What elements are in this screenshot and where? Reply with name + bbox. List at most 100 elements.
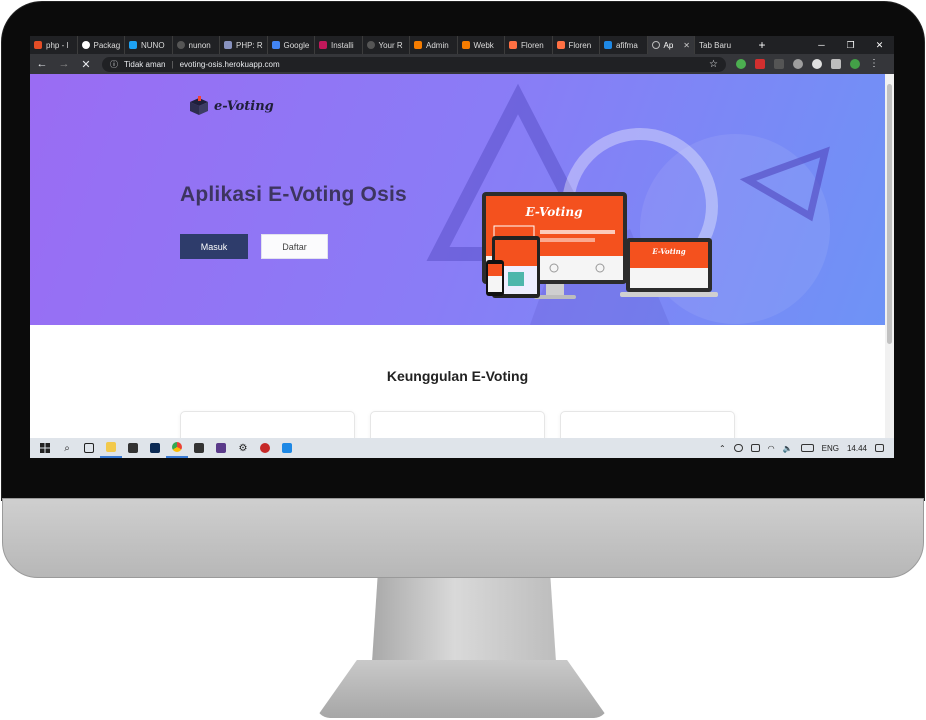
mockup-title: E-Voting bbox=[525, 205, 583, 219]
browser-tab[interactable]: afifma bbox=[600, 36, 648, 54]
browser-tab[interactable]: Packag bbox=[78, 36, 125, 54]
devices-mockup-illustration: E-Voting E-Voting bbox=[482, 192, 718, 299]
close-window-button[interactable]: ✕ bbox=[865, 40, 894, 51]
browser-tab[interactable]: Your R bbox=[363, 36, 410, 54]
tab-favicon-icon bbox=[224, 41, 232, 49]
browser-toolbar: ← → ✕ ⓘ Tidak aman | evoting-osis.heroku… bbox=[30, 54, 894, 74]
tab-favicon-icon bbox=[461, 41, 470, 49]
page-scrollbar[interactable] bbox=[885, 74, 894, 438]
hero-section: e-Voting Aplikasi E-Voting Osis Masuk Da… bbox=[30, 74, 885, 325]
terminal-icon[interactable] bbox=[188, 438, 210, 458]
loading-spinner-icon bbox=[651, 41, 660, 49]
browser-tab[interactable]: PHP: R bbox=[220, 36, 268, 54]
info-icon[interactable]: ⓘ bbox=[110, 59, 118, 70]
url-text[interactable]: evoting-osis.herokuapp.com bbox=[180, 60, 280, 69]
back-arrow-icon[interactable]: ← bbox=[36, 58, 48, 70]
browser-tab[interactable]: Admin bbox=[410, 36, 458, 54]
tab-favicon-icon bbox=[509, 41, 517, 49]
browser-tab[interactable]: php - l bbox=[30, 36, 78, 54]
language-indicator[interactable]: ENG bbox=[822, 444, 839, 453]
login-button[interactable]: Masuk bbox=[180, 234, 248, 259]
code-editor-icon[interactable] bbox=[210, 438, 232, 458]
security-label: Tidak aman bbox=[124, 59, 166, 69]
browser-tab[interactable]: Installi bbox=[315, 36, 363, 54]
task-view-icon[interactable] bbox=[78, 438, 100, 458]
profile-avatar-icon[interactable] bbox=[850, 59, 860, 69]
browser-tab[interactable]: Tab Baru bbox=[695, 36, 751, 54]
new-tab-button[interactable]: + bbox=[751, 38, 773, 52]
settings-gear-icon[interactable]: ⚙ bbox=[232, 438, 254, 458]
search-icon[interactable]: ⌕ bbox=[56, 438, 78, 458]
clock[interactable]: 14.44 bbox=[847, 444, 867, 453]
feature-card bbox=[180, 411, 355, 438]
mockup-laptop-title: E-Voting bbox=[651, 247, 685, 256]
tab-label: Packag bbox=[93, 40, 121, 50]
extension-icon[interactable] bbox=[774, 59, 784, 69]
file-explorer-icon[interactable] bbox=[100, 438, 122, 458]
scrollbar-thumb[interactable] bbox=[887, 84, 892, 344]
windows-start-icon[interactable] bbox=[34, 438, 56, 458]
forward-arrow-icon[interactable]: → bbox=[58, 58, 70, 70]
tab-label: PHP: R bbox=[236, 40, 263, 50]
bookmark-star-icon[interactable]: ☆ bbox=[709, 59, 718, 70]
maximize-button[interactable]: ❐ bbox=[836, 40, 865, 51]
browser-tab[interactable]: Webk bbox=[458, 36, 505, 54]
tab-label: Webk bbox=[473, 40, 494, 50]
tab-label: Tab Baru bbox=[699, 40, 732, 50]
photoshop-icon[interactable] bbox=[144, 438, 166, 458]
menu-dots-icon[interactable]: ⋮ bbox=[869, 59, 879, 69]
tab-label: Your R bbox=[378, 40, 403, 50]
system-tray: ⌃ ◠ 🔈 ENG 14.44 bbox=[719, 444, 890, 453]
stop-loading-icon[interactable]: ✕ bbox=[80, 58, 92, 71]
browser-tab[interactable]: Floren bbox=[553, 36, 600, 54]
browser-tab[interactable]: Google bbox=[268, 36, 315, 54]
tab-favicon-icon bbox=[414, 41, 422, 49]
tab-favicon-icon bbox=[34, 41, 42, 49]
tab-label: Installi bbox=[331, 40, 354, 50]
browser-tab[interactable]: NUNO bbox=[125, 36, 173, 54]
tab-label: Floren bbox=[568, 40, 592, 50]
store-icon[interactable] bbox=[122, 438, 144, 458]
extension-icon[interactable] bbox=[736, 59, 746, 69]
volume-icon[interactable]: 🔈 bbox=[783, 444, 793, 453]
tab-label: nunon bbox=[188, 40, 211, 50]
windows-taskbar: ⌕ ⚙ ⌃ ◠ 🔈 ENG 14.44 bbox=[30, 438, 894, 458]
tab-favicon-icon bbox=[176, 41, 185, 49]
tab-favicon-icon bbox=[366, 41, 375, 49]
feature-card bbox=[560, 411, 735, 438]
address-bar[interactable]: ⓘ Tidak aman | evoting-osis.herokuapp.co… bbox=[102, 56, 726, 72]
tab-label: Admin bbox=[426, 40, 449, 50]
window-controls: ─ ❐ ✕ bbox=[807, 40, 894, 51]
tab-favicon-icon bbox=[556, 41, 565, 49]
tab-favicon-icon bbox=[271, 41, 280, 49]
tab-favicon-icon bbox=[81, 41, 90, 49]
notification-icon[interactable] bbox=[875, 444, 884, 452]
extension-icon[interactable] bbox=[812, 59, 822, 69]
browser-tab[interactable]: nunon bbox=[173, 36, 220, 54]
monitor-stand-neck bbox=[372, 578, 556, 662]
photos-icon[interactable] bbox=[276, 438, 298, 458]
ballot-box-icon bbox=[190, 96, 208, 115]
adblock-icon[interactable] bbox=[755, 59, 765, 69]
monitor-stand-base bbox=[316, 660, 608, 718]
media-player-icon[interactable] bbox=[254, 438, 276, 458]
extension-icon[interactable] bbox=[793, 59, 803, 69]
web-page: e-Voting Aplikasi E-Voting Osis Masuk Da… bbox=[30, 74, 885, 438]
tab-close-icon[interactable]: ✕ bbox=[683, 41, 690, 50]
tab-label: Ap bbox=[663, 40, 674, 50]
browser-tab-active[interactable]: Ap ✕ bbox=[647, 36, 695, 54]
divider: | bbox=[171, 59, 174, 69]
chrome-icon[interactable] bbox=[166, 438, 188, 458]
puzzle-icon[interactable] bbox=[831, 59, 841, 69]
keyboard-icon[interactable] bbox=[800, 444, 814, 452]
battery-icon[interactable] bbox=[750, 444, 760, 452]
cloud-icon[interactable] bbox=[733, 444, 743, 452]
logo[interactable]: e-Voting bbox=[188, 96, 274, 116]
tab-label: Floren bbox=[521, 40, 544, 50]
browser-tab[interactable]: Floren bbox=[505, 36, 553, 54]
minimize-button[interactable]: ─ bbox=[807, 40, 836, 51]
register-button[interactable]: Daftar bbox=[261, 234, 328, 259]
wifi-icon[interactable]: ◠ bbox=[768, 444, 775, 453]
chevron-up-icon[interactable]: ⌃ bbox=[719, 444, 726, 453]
tab-label: afifma bbox=[616, 40, 638, 50]
